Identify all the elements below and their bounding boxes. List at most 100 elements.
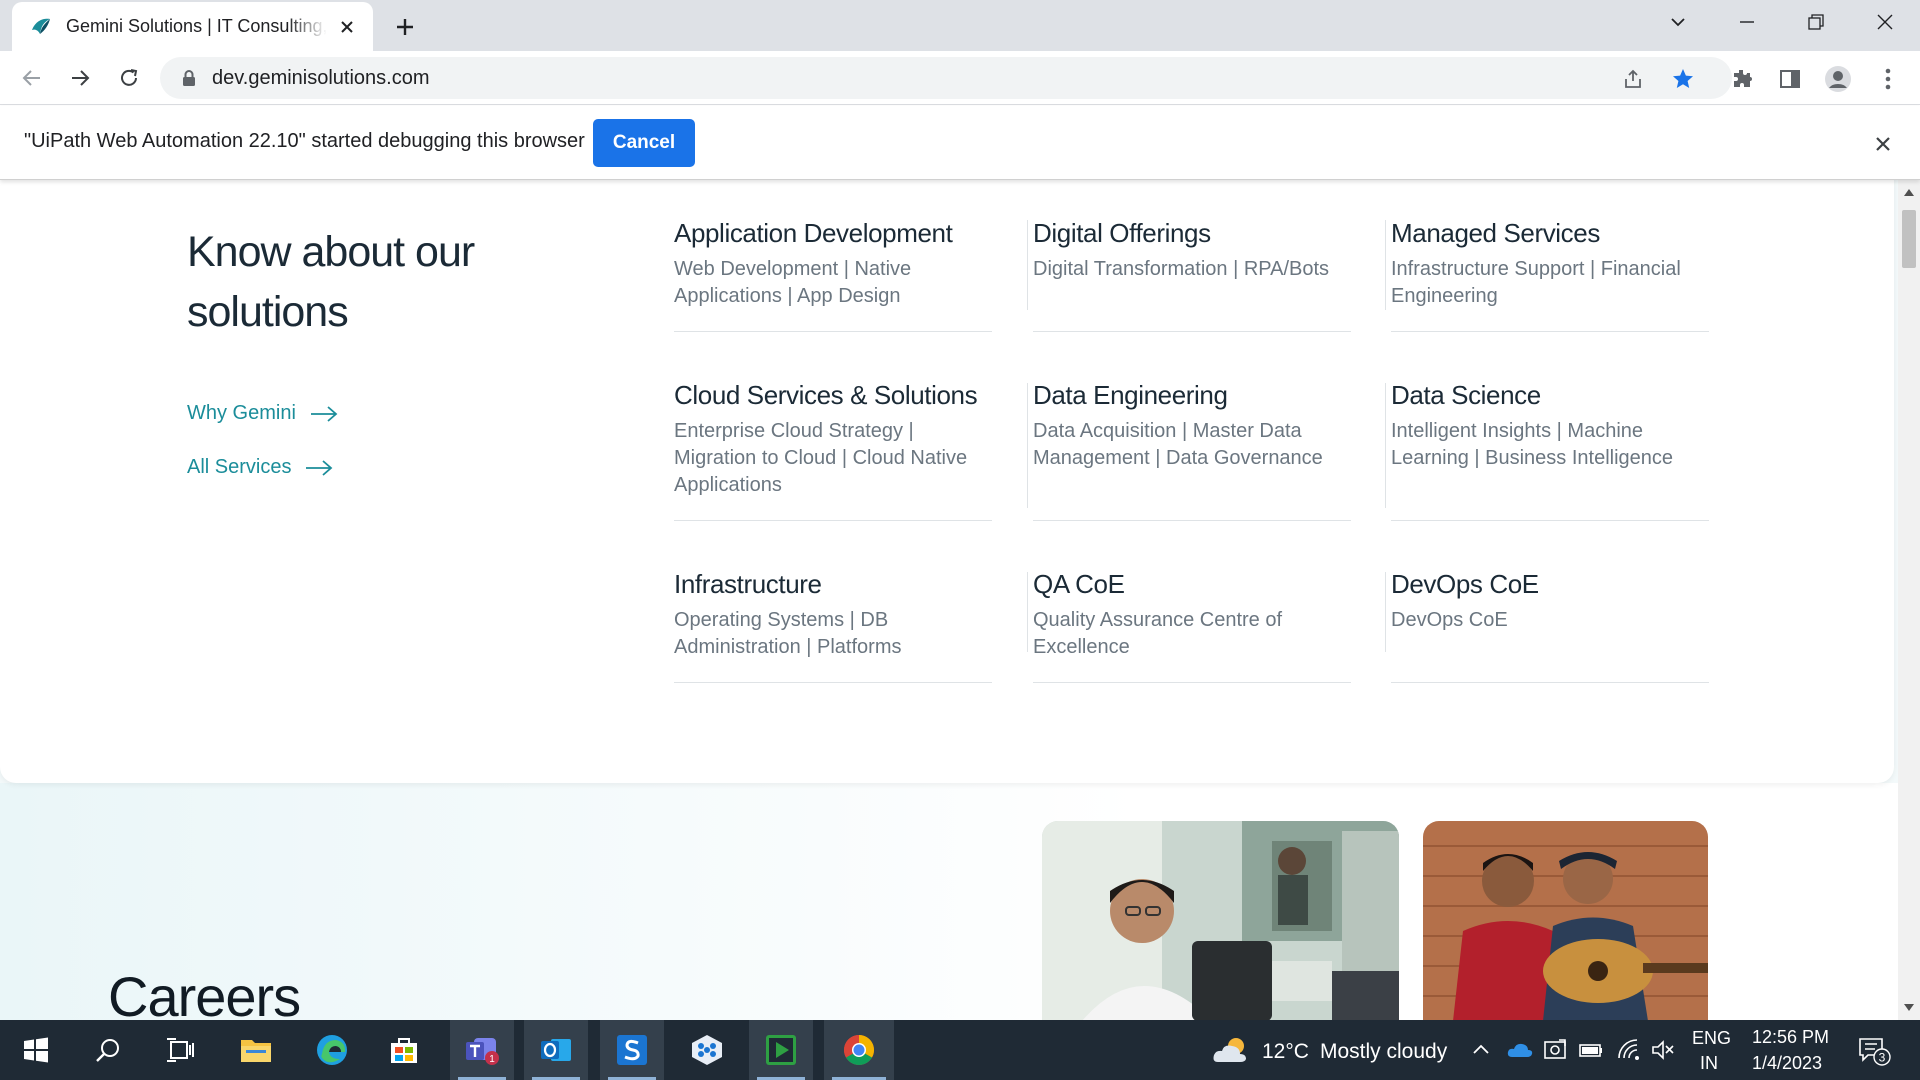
scroll-up-icon[interactable]	[1903, 186, 1915, 198]
scroll-thumb[interactable]	[1902, 210, 1916, 268]
store-icon[interactable]	[372, 1020, 436, 1080]
row-divider	[674, 682, 992, 683]
cancel-debugging-button[interactable]: Cancel	[593, 119, 695, 167]
column-divider	[1385, 383, 1386, 508]
uipath-studio-icon[interactable]	[600, 1020, 664, 1080]
chrome-icon[interactable]	[824, 1020, 894, 1080]
tab-search-icon[interactable]	[1643, 0, 1713, 44]
page-viewport: Know about our solutions Why Gemini All …	[0, 180, 1898, 1020]
column-divider	[1385, 572, 1386, 652]
row-divider	[1391, 682, 1709, 683]
column-divider	[1027, 572, 1028, 652]
notifications-icon[interactable]: 3	[1858, 1036, 1894, 1071]
debugging-infobar: "UiPath Web Automation 22.10" started de…	[0, 106, 1920, 180]
why-gemini-link[interactable]: Why Gemini	[187, 402, 338, 425]
close-infobar-icon[interactable]	[1870, 131, 1896, 157]
service-description: DevOps CoE	[1391, 609, 1508, 631]
row-divider	[1033, 520, 1351, 521]
service-infrastructure[interactable]: Infrastructure Operating Systems | DB Ad…	[674, 567, 992, 661]
temperature[interactable]: 12°C	[1262, 1040, 1309, 1064]
careers-heading: Careers	[108, 965, 301, 1020]
service-description: Infrastructure Support | Financial Engin…	[1391, 258, 1681, 307]
clock-date[interactable]: 1/4/2023	[1752, 1053, 1822, 1074]
extensions-icon[interactable]	[1728, 65, 1756, 93]
row-divider	[674, 520, 992, 521]
service-description: Intelligent Insights | Machine Learning …	[1391, 420, 1674, 469]
windows-taskbar: 1 12°C Mostly cloudy ENG IN 12:56 PM 1/4…	[0, 1020, 1920, 1080]
service-title: Data Engineering	[1033, 380, 1228, 410]
address-bar[interactable]: dev.geminisolutions.com	[160, 57, 1732, 99]
wifi-icon[interactable]	[1617, 1039, 1641, 1066]
close-tab-icon[interactable]	[335, 15, 359, 39]
service-title: Data Science	[1391, 380, 1541, 410]
service-title: Managed Services	[1391, 218, 1600, 248]
new-tab-icon[interactable]	[388, 10, 422, 44]
uipath-player-icon[interactable]	[749, 1020, 813, 1080]
service-description: Quality Assurance Centre of Excellence	[1033, 609, 1283, 658]
column-divider	[1027, 220, 1028, 310]
uipath-assistant-icon[interactable]	[675, 1020, 739, 1080]
all-services-label: All Services	[187, 456, 292, 478]
bookmark-star-icon[interactable]	[1670, 66, 1696, 92]
side-panel-icon[interactable]	[1776, 65, 1804, 93]
reload-icon[interactable]	[112, 61, 146, 95]
service-devops-coe[interactable]: DevOps CoE DevOps CoE	[1391, 567, 1709, 634]
profile-avatar-icon[interactable]	[1824, 65, 1852, 93]
region-code[interactable]: IN	[1700, 1053, 1718, 1074]
show-hidden-icons-icon[interactable]	[1472, 1042, 1490, 1060]
share-icon[interactable]	[1620, 66, 1646, 92]
service-qa-coe[interactable]: QA CoE Quality Assurance Centre of Excel…	[1033, 567, 1351, 661]
language-code[interactable]: ENG	[1692, 1028, 1731, 1049]
weather-icon[interactable]	[1212, 1035, 1252, 1070]
careers-photo-office	[1042, 821, 1399, 1020]
weather-condition[interactable]: Mostly cloudy	[1320, 1040, 1447, 1064]
service-cloud-services[interactable]: Cloud Services & Solutions Enterprise Cl…	[674, 378, 992, 499]
row-divider	[1033, 331, 1351, 332]
battery-icon[interactable]	[1579, 1042, 1603, 1063]
security-app-icon[interactable]	[1543, 1038, 1567, 1067]
close-window-icon[interactable]	[1850, 0, 1920, 44]
page-scrollbar[interactable]	[1898, 180, 1920, 1020]
service-title: Infrastructure	[674, 569, 822, 599]
onedrive-icon[interactable]	[1507, 1040, 1533, 1063]
solutions-heading: Know about our solutions	[187, 228, 475, 336]
teams-icon[interactable]: 1	[450, 1020, 514, 1080]
back-icon[interactable]	[15, 61, 49, 95]
restore-icon[interactable]	[1781, 0, 1851, 44]
service-title: DevOps CoE	[1391, 569, 1539, 599]
row-divider	[1391, 520, 1709, 521]
tab-strip: Gemini Solutions | IT Consulting, Digita…	[0, 0, 1920, 51]
service-digital-offerings[interactable]: Digital Offerings Digital Transformation…	[1033, 216, 1351, 283]
browser-toolbar: dev.geminisolutions.com	[0, 51, 1920, 105]
gemini-favicon-icon	[32, 18, 50, 34]
service-title: Application Development	[674, 218, 953, 248]
service-data-science[interactable]: Data Science Intelligent Insights | Mach…	[1391, 378, 1709, 472]
forward-icon[interactable]	[63, 61, 97, 95]
teams-badge: 1	[489, 1054, 495, 1065]
service-description: Operating Systems | DB Administration | …	[674, 609, 902, 658]
minimize-icon[interactable]	[1712, 0, 1782, 44]
start-icon[interactable]	[4, 1020, 68, 1080]
chrome-menu-icon[interactable]	[1874, 65, 1902, 93]
browser-tab[interactable]: Gemini Solutions | IT Consulting, Digita…	[12, 2, 373, 51]
clock-time[interactable]: 12:56 PM	[1752, 1027, 1829, 1048]
edge-icon[interactable]	[300, 1020, 364, 1080]
service-application-development[interactable]: Application Development Web Development …	[674, 216, 992, 310]
lock-icon	[183, 70, 195, 86]
search-icon[interactable]	[76, 1020, 140, 1080]
task-view-icon[interactable]	[148, 1020, 212, 1080]
file-explorer-icon[interactable]	[224, 1020, 288, 1080]
service-title: QA CoE	[1033, 569, 1125, 599]
service-managed-services[interactable]: Managed Services Infrastructure Support …	[1391, 216, 1709, 310]
volume-muted-icon[interactable]	[1651, 1039, 1675, 1066]
notification-count: 3	[1879, 1051, 1886, 1065]
tab-title: Gemini Solutions | IT Consulting, Digita…	[66, 16, 327, 36]
why-gemini-label: Why Gemini	[187, 402, 296, 424]
infobar-message: "UiPath Web Automation 22.10" started de…	[24, 130, 585, 152]
scroll-down-icon[interactable]	[1903, 1002, 1915, 1014]
url-text: dev.geminisolutions.com	[212, 66, 430, 89]
service-data-engineering[interactable]: Data Engineering Data Acquisition | Mast…	[1033, 378, 1351, 472]
column-divider	[1027, 383, 1028, 508]
outlook-icon[interactable]	[524, 1020, 588, 1080]
all-services-link[interactable]: All Services	[187, 456, 333, 479]
